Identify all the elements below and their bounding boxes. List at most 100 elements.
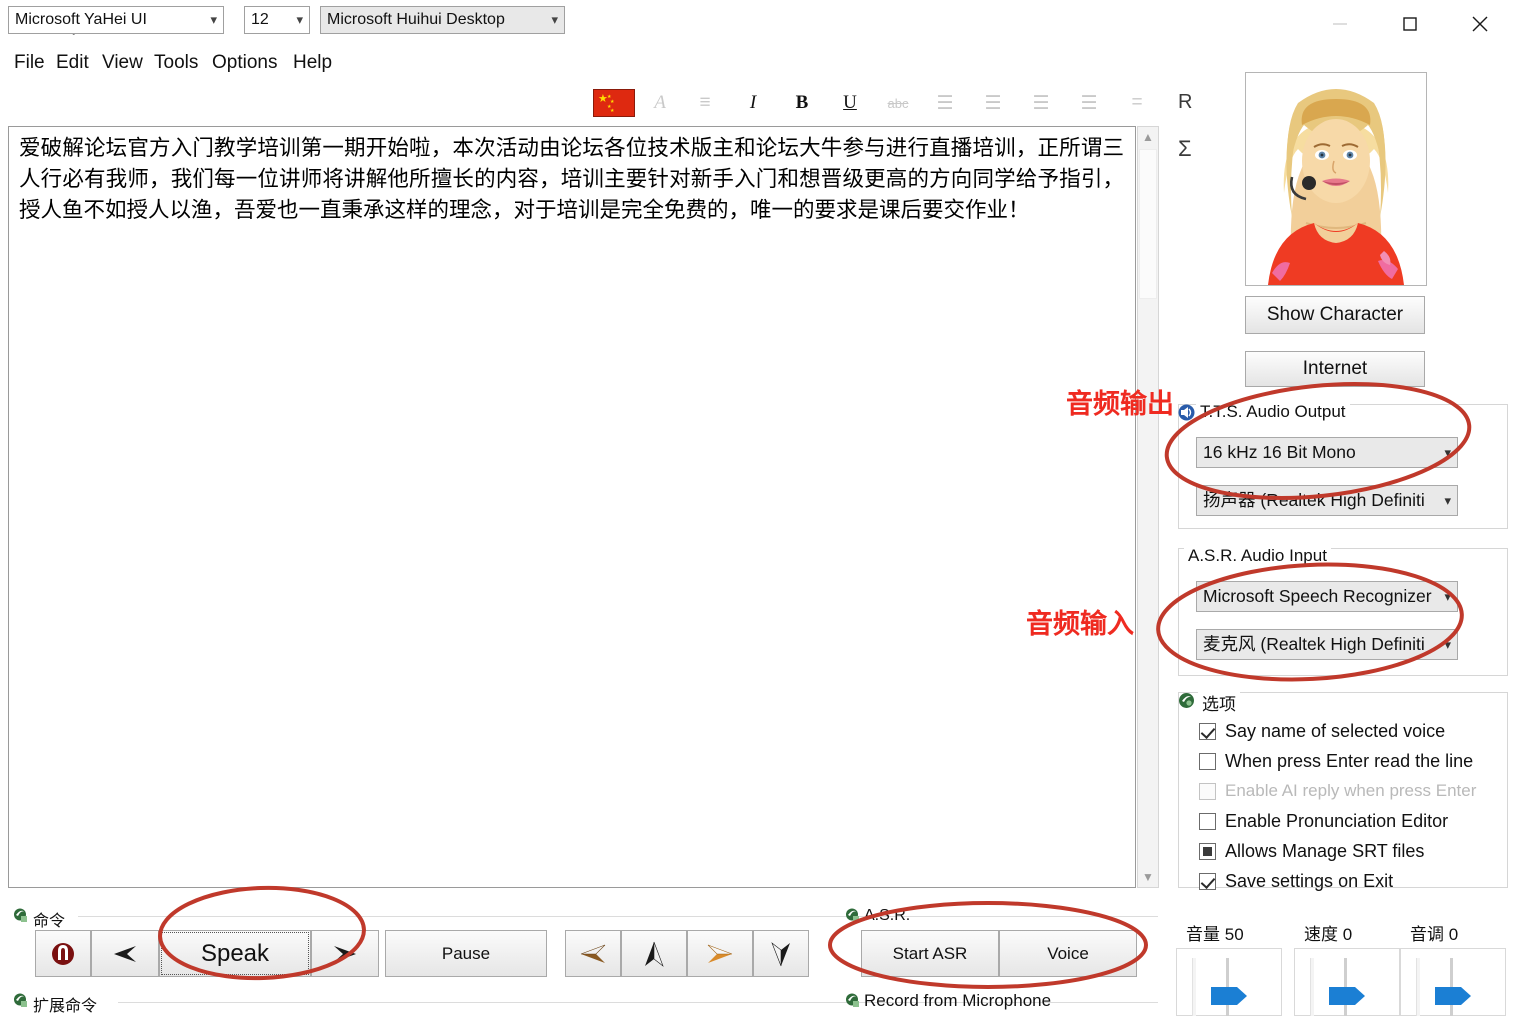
- internet-button[interactable]: Internet: [1245, 351, 1425, 387]
- scrollbar-thumb[interactable]: [1139, 149, 1157, 299]
- record-icon[interactable]: R: [1178, 91, 1192, 114]
- extended-left-button[interactable]: [565, 930, 621, 977]
- font-family-select[interactable]: Microsoft YaHei UI ▾: [8, 6, 224, 34]
- pitch-label: 音调 0: [1407, 920, 1461, 945]
- chevron-down-icon: ▾: [1444, 486, 1451, 515]
- checkbox-manage-srt[interactable]: [1199, 843, 1216, 860]
- tts-format-select[interactable]: 16 kHz 16 Bit Mono ▾: [1196, 437, 1458, 468]
- extended-up-button[interactable]: [621, 930, 687, 977]
- annotation-audio-input: 音频输入: [1026, 602, 1134, 641]
- menu-view[interactable]: View: [94, 48, 151, 80]
- checkbox-save-on-exit[interactable]: [1199, 873, 1216, 890]
- option-label-save-exit: Save settings on Exit: [1225, 871, 1393, 892]
- tts-speaker-icon: [1178, 404, 1195, 421]
- next-button[interactable]: [311, 930, 379, 977]
- font-size-select[interactable]: 12 ▾: [244, 6, 310, 34]
- voice-value: Microsoft Huihui Desktop: [327, 11, 505, 28]
- tts-device-select[interactable]: 扬声器 (Realtek High Definiti ▾: [1196, 485, 1458, 516]
- chevron-down-icon: ▾: [551, 7, 558, 33]
- prev-button[interactable]: [91, 930, 159, 977]
- option-row-srt[interactable]: Allows Manage SRT files: [1199, 838, 1424, 864]
- voice-label: Voice: [1047, 944, 1089, 964]
- strikethrough-icon[interactable]: abc: [883, 88, 913, 118]
- checkbox-say-name[interactable]: [1199, 723, 1216, 740]
- pause-button[interactable]: Pause: [385, 930, 547, 977]
- option-label-pronunciation: Enable Pronunciation Editor: [1225, 811, 1448, 832]
- extended-down-button[interactable]: [753, 930, 809, 977]
- voice-button[interactable]: Voice: [999, 930, 1137, 977]
- menu-tools[interactable]: Tools: [146, 48, 206, 80]
- editor-content: 爱破解论坛官方入门教学培训第一期开始啦，本次活动由论坛各位技术版主和论坛大牛参与…: [19, 133, 1124, 226]
- italic-icon[interactable]: I: [738, 88, 768, 118]
- asr-engine-select[interactable]: Microsoft Speech Recognizer ▾: [1196, 581, 1458, 612]
- align-right-icon[interactable]: ☰: [1026, 88, 1056, 118]
- close-button[interactable]: [1450, 0, 1510, 48]
- show-character-button[interactable]: Show Character: [1245, 296, 1425, 334]
- command-section-label: 命令: [33, 907, 65, 931]
- extended-command-section-icon: [13, 993, 28, 1008]
- volume-label-text: 音量: [1186, 925, 1220, 944]
- pitch-slider-thumb[interactable]: [1435, 983, 1473, 1009]
- speak-label: Speak: [201, 940, 269, 968]
- options-gear-icon: [1178, 692, 1195, 709]
- voice-select[interactable]: Microsoft Huihui Desktop ▾: [320, 6, 565, 34]
- volume-track-left: [1192, 958, 1196, 1016]
- editor-scrollbar[interactable]: ▲ ▼: [1137, 126, 1159, 888]
- font-color-icon[interactable]: A: [645, 88, 675, 118]
- bold-icon[interactable]: B: [787, 88, 817, 118]
- chevron-down-icon: ▾: [296, 7, 303, 33]
- underline-icon[interactable]: U: [835, 88, 865, 118]
- justify-icon[interactable]: ☰: [1074, 88, 1104, 118]
- title-bar: DSpeech - Untitled: [0, 0, 1518, 48]
- start-asr-button[interactable]: Start ASR: [861, 930, 999, 977]
- pitch-label-text: 音调: [1410, 925, 1444, 944]
- tts-group-title: T.T.S. Audio Output: [1196, 402, 1350, 422]
- scroll-down-icon[interactable]: ▼: [1138, 867, 1158, 887]
- option-row-enter-read[interactable]: When press Enter read the line: [1199, 748, 1473, 774]
- minimize-icon: [1330, 14, 1350, 34]
- asr-section-label: A.S.R.: [864, 907, 910, 925]
- arrow-right-icon: [703, 941, 737, 967]
- pitch-track-left: [1416, 958, 1420, 1016]
- option-label-enter-read: When press Enter read the line: [1225, 751, 1473, 772]
- prev-arrow-icon: [110, 942, 140, 966]
- start-asr-label: Start ASR: [893, 944, 968, 964]
- align-left-icon[interactable]: ☰: [930, 88, 960, 118]
- headphone-icon: [50, 941, 76, 967]
- close-icon: [1469, 13, 1491, 35]
- checkbox-pronunciation-editor[interactable]: [1199, 813, 1216, 830]
- speak-button[interactable]: Speak: [159, 930, 311, 977]
- scroll-up-icon[interactable]: ▲: [1138, 127, 1158, 147]
- headphone-button[interactable]: [35, 930, 91, 977]
- menu-options[interactable]: Options: [204, 48, 285, 80]
- speed-label-text: 速度: [1304, 925, 1338, 944]
- options-group-title: 选项: [1198, 690, 1240, 715]
- option-row-say-name[interactable]: Say name of selected voice: [1199, 718, 1445, 744]
- align-center-icon[interactable]: ☰: [978, 88, 1008, 118]
- menu-edit[interactable]: Edit: [48, 48, 97, 80]
- volume-slider-thumb[interactable]: [1211, 983, 1249, 1009]
- minimize-button[interactable]: [1310, 0, 1370, 48]
- character-preview: [1245, 72, 1427, 286]
- speed-slider-thumb[interactable]: [1329, 983, 1367, 1009]
- asr-device-select[interactable]: 麦克风 (Realtek High Definiti ▾: [1196, 629, 1458, 660]
- volume-label: 音量 50: [1183, 920, 1247, 945]
- sigma-icon[interactable]: Σ: [1178, 136, 1192, 162]
- asr-group-title: A.S.R. Audio Input: [1184, 546, 1331, 566]
- menu-file[interactable]: File: [6, 48, 53, 80]
- line-spacing-icon[interactable]: =: [1122, 88, 1152, 118]
- pitch-value: 0: [1449, 925, 1458, 944]
- text-editor[interactable]: 爱破解论坛官方入门教学培训第一期开始啦，本次活动由论坛各位技术版主和论坛大牛参与…: [8, 126, 1136, 888]
- option-row-save-exit[interactable]: Save settings on Exit: [1199, 868, 1393, 894]
- maximize-button[interactable]: [1380, 0, 1440, 48]
- arrow-up-icon: [641, 939, 667, 969]
- extended-right-button[interactable]: [687, 930, 753, 977]
- china-flag-icon[interactable]: ★ ★ ★ ★ ★: [593, 89, 635, 117]
- asr-engine-value: Microsoft Speech Recognizer: [1203, 586, 1432, 606]
- menu-help[interactable]: Help: [285, 48, 340, 80]
- checkbox-enter-read[interactable]: [1199, 753, 1216, 770]
- option-row-pronunciation[interactable]: Enable Pronunciation Editor: [1199, 808, 1448, 834]
- option-label-say-name: Say name of selected voice: [1225, 721, 1445, 742]
- bullet-list-icon[interactable]: ≡: [690, 88, 720, 118]
- record-from-microphone-label: Record from Microphone: [864, 991, 1051, 1011]
